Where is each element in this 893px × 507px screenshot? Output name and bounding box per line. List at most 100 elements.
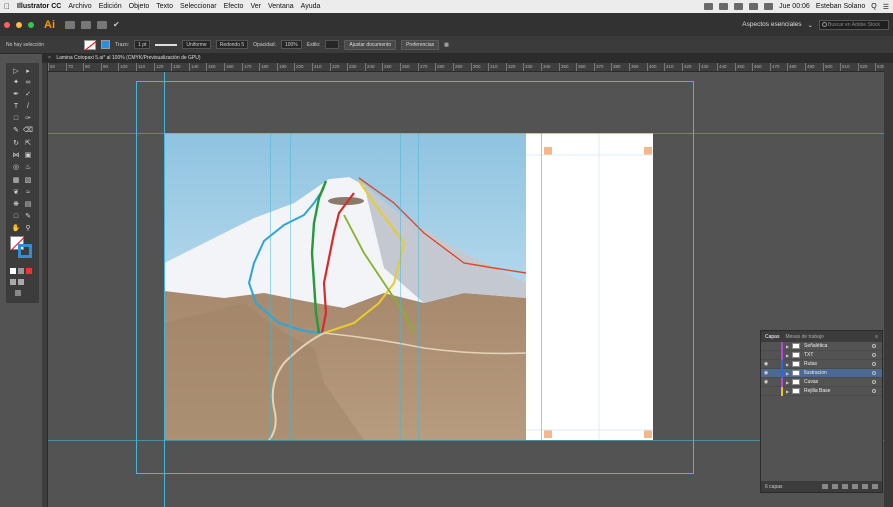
magic-wand-icon[interactable]: ✦ [11,79,21,87]
volume-icon[interactable] [764,3,774,10]
menu-ventana[interactable]: Ventana [268,3,294,10]
menu-ver[interactable]: Ver [250,3,261,10]
edit-toolbar-icon[interactable] [15,290,21,296]
hand-tool-icon[interactable]: ✋ [11,225,21,233]
artboard[interactable] [164,133,653,440]
scrollbar-vertical[interactable] [884,63,893,507]
pencil-icon[interactable]: ✎ [11,127,21,135]
guide-horizontal[interactable] [136,473,693,474]
none-mode-icon[interactable] [26,268,32,274]
target-circle-icon[interactable] [872,371,876,375]
guide-vertical[interactable] [290,133,291,440]
minimize-icon[interactable] [16,21,22,28]
free-transform-icon[interactable]: ▣ [23,152,33,160]
live-paint-icon[interactable]: ♨ [23,164,33,172]
status-icon[interactable] [734,3,744,10]
perspective-icon[interactable]: ▦ [11,177,21,185]
arrange-documents-icon[interactable]: ▦ [444,42,449,48]
symbol-sprayer-icon[interactable]: ❋ [11,201,21,209]
lasso-icon[interactable]: ∞ [23,79,33,87]
paintbrush-icon[interactable]: ✑ [23,115,33,123]
curvature-icon[interactable]: ✓ [23,91,33,99]
guide-vertical[interactable] [400,133,401,440]
document-setup-button[interactable]: Ajustar documento [344,39,397,50]
direct-selection-tool-icon[interactable]: ▸ [23,68,33,76]
layer-row[interactable]: ▶ Rejilla Base [761,386,882,396]
draw-mode-icon[interactable] [10,279,16,285]
apple-icon[interactable]:  [4,2,10,11]
tab-capas[interactable]: Capas [765,334,779,340]
new-layer-icon[interactable] [862,484,868,489]
eyedropper-icon[interactable]: ❦ [11,189,21,197]
selection-tool-icon[interactable]: ▷ [11,68,21,76]
guide-vertical[interactable] [164,72,165,507]
guide-horizontal[interactable] [136,81,693,82]
mesh-icon[interactable]: ▧ [23,177,33,185]
guide-vertical[interactable] [418,133,419,440]
guide-horizontal[interactable] [48,440,884,441]
target-circle-icon[interactable] [872,344,876,348]
fill-swatch[interactable] [84,39,97,50]
chevron-down-icon[interactable]: ⌄ [808,21,813,29]
zoom-tool-icon[interactable]: ⚲ [23,225,33,233]
collect-export-icon[interactable] [822,484,828,489]
close-icon[interactable] [4,21,10,28]
stock-icon[interactable] [81,20,91,29]
close-tab-icon[interactable]: × [48,55,51,61]
visibility-eye-icon[interactable]: ◉ [761,379,771,385]
scale-tool-icon[interactable]: ⇱ [23,140,33,148]
workspace-switcher[interactable]: Aspectos esenciales [742,21,801,28]
target-circle-icon[interactable] [872,380,876,384]
layer-row[interactable]: ▶ Señalética [761,341,882,351]
pen-tool-icon[interactable]: ✒ [11,91,21,99]
rectangle-tool-icon[interactable]: □ [11,115,21,123]
opacity-field[interactable]: 100% [280,40,302,49]
style-picker[interactable] [325,40,340,49]
slice-tool-icon[interactable]: ✎ [23,213,33,221]
layer-row[interactable]: ▶ TXT [761,350,882,360]
rotate-tool-icon[interactable]: ↻ [11,140,21,148]
guide-vertical[interactable] [693,81,694,474]
type-tool-icon[interactable]: T [11,103,21,111]
visibility-eye-icon[interactable]: ◉ [761,361,771,367]
menu-objeto[interactable]: Objeto [129,3,150,10]
spotlight-icon[interactable]: Q [871,3,876,10]
line-tool-icon[interactable]: / [23,103,33,111]
target-circle-icon[interactable] [872,362,876,366]
status-icon[interactable] [704,3,714,10]
artboard-tool-icon[interactable]: □ [11,213,21,221]
menu-texto[interactable]: Texto [156,3,173,10]
layer-row[interactable]: ◉ ▶ Rutas [761,359,882,369]
eraser-icon[interactable]: ⌫ [23,127,33,135]
guide-vertical[interactable] [541,133,542,440]
delete-layer-icon[interactable] [872,484,878,489]
menu-seleccionar[interactable]: Seleccionar [180,3,217,10]
clock[interactable]: Jue 00:06 [779,3,810,10]
menu-efecto[interactable]: Efecto [224,3,244,10]
brush-icon[interactable]: ✔ [113,20,120,29]
stroke-weight-field[interactable]: 1 pt [134,40,151,49]
gradient-mode-icon[interactable] [18,268,24,274]
panel-menu-icon[interactable]: ≡ [875,334,878,340]
variable-width-profile[interactable]: Uniforme [182,40,211,49]
screen-mode-icon[interactable] [18,279,24,285]
brush-definition[interactable]: Redondo 5 [215,40,249,49]
tab-mesas-de-trabajo[interactable]: Mesas de trabajo [785,334,823,340]
target-circle-icon[interactable] [872,353,876,357]
stroke-color-icon[interactable] [18,244,32,258]
blend-icon[interactable]: ≈ [23,189,33,197]
arrange-icon[interactable] [97,20,107,29]
menu-ayuda[interactable]: Ayuda [301,3,321,10]
document-tab[interactable]: × Lamina Cotopaxi 5.ai* al 100% (CMYK/Pr… [42,54,893,63]
layer-row[interactable]: ◉ ▶ Cuvas [761,377,882,387]
menu-archivo[interactable]: Archivo [68,3,91,10]
status-icon[interactable] [719,3,729,10]
make-clipping-mask-icon[interactable] [842,484,848,489]
stroke-swatch[interactable] [101,40,111,49]
stock-search-input[interactable]: Buscar en Adobe Stock [819,19,889,30]
target-circle-icon[interactable] [872,389,876,393]
new-sublayer-icon[interactable] [852,484,858,489]
horizontal-ruler[interactable]: 50 70 80 90 100 110 120 130 140 150 160 170 180 190 20… [48,63,893,72]
guide-horizontal[interactable] [48,133,884,134]
preferences-button[interactable]: Preferencias [401,39,440,50]
